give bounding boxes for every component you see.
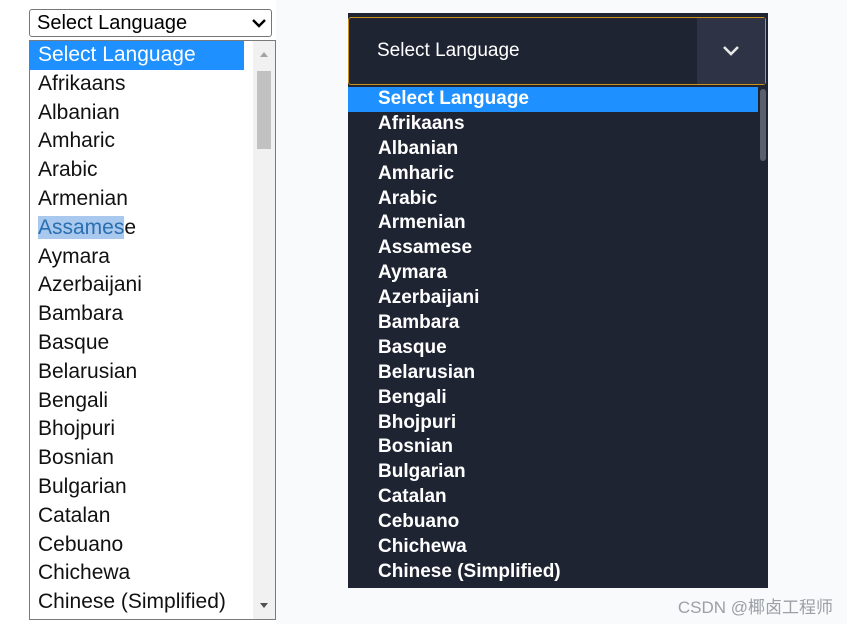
- scrollbar-thumb[interactable]: [257, 71, 271, 149]
- list-item[interactable]: Bulgarian: [348, 460, 768, 485]
- list-item[interactable]: Bengali: [348, 386, 768, 411]
- text-tail: e: [124, 215, 137, 239]
- list-item[interactable]: Arabic: [30, 156, 275, 185]
- list-item[interactable]: Bosnian: [30, 444, 275, 473]
- highlighted-text: Assames: [38, 215, 125, 239]
- list-item[interactable]: Azerbaijani: [30, 271, 275, 300]
- list-item[interactable]: Cebuano: [30, 531, 275, 560]
- list-item[interactable]: Chichewa: [30, 559, 275, 588]
- list-item[interactable]: Armenian: [348, 211, 768, 236]
- list-item[interactable]: Belarusian: [348, 361, 768, 386]
- list-item[interactable]: Bulgarian: [30, 473, 275, 502]
- language-listbox[interactable]: Select Language Afrikaans Albanian Amhar…: [29, 40, 276, 620]
- scroll-down-arrow-icon[interactable]: [258, 601, 270, 611]
- list-item[interactable]: Aymara: [348, 261, 768, 286]
- list-item[interactable]: Azerbaijani: [348, 286, 768, 311]
- list-item[interactable]: Amharic: [348, 162, 768, 187]
- dropdown-toggle-button[interactable]: [697, 18, 765, 84]
- watermark: CSDN @椰卤工程师: [677, 598, 833, 617]
- list-item[interactable]: Cebuano: [348, 510, 768, 535]
- dark-dropdown-panel: Select Language Select Language Afrikaan…: [348, 13, 768, 588]
- left-panel: Select Language Select Language Afrikaan…: [0, 0, 276, 624]
- list-item[interactable]: Chinese (Simplified): [348, 560, 768, 585]
- select-value: Select Language: [37, 11, 188, 34]
- list-item[interactable]: Afrikaans: [348, 112, 768, 137]
- scrollbar[interactable]: [253, 41, 275, 619]
- list-item[interactable]: Bhojpuri: [348, 411, 768, 436]
- list-item[interactable]: Basque: [30, 329, 275, 358]
- list-item[interactable]: Bengali: [30, 387, 275, 416]
- list-item[interactable]: Assamese: [348, 236, 768, 261]
- list-item[interactable]: Bambara: [348, 311, 768, 336]
- list-item[interactable]: Bhojpuri: [30, 415, 275, 444]
- chevron-down-icon: [247, 18, 271, 28]
- list-item-assamese[interactable]: Assamese: [30, 214, 275, 243]
- scroll-up-arrow-icon[interactable]: [258, 49, 270, 59]
- scrollbar[interactable]: [758, 87, 768, 588]
- list-item[interactable]: Armenian: [30, 185, 275, 214]
- select-value: Select Language: [377, 40, 520, 61]
- dark-language-listbox[interactable]: Select Language Afrikaans Albanian Amhar…: [348, 87, 768, 588]
- list-item[interactable]: Albanian: [348, 137, 768, 162]
- list-item[interactable]: Bosnian: [348, 435, 768, 460]
- list-item[interactable]: Bambara: [30, 300, 275, 329]
- list-item[interactable]: Albanian: [30, 99, 275, 128]
- list-item[interactable]: Select Language: [30, 41, 244, 70]
- dark-language-select[interactable]: Select Language: [348, 17, 766, 85]
- list-item[interactable]: Chichewa: [348, 535, 768, 560]
- list-item[interactable]: Aymara: [30, 243, 275, 272]
- list-item[interactable]: Catalan: [348, 485, 768, 510]
- list-item[interactable]: Afrikaans: [30, 70, 275, 99]
- list-item[interactable]: Select Language: [348, 87, 758, 112]
- list-item[interactable]: Arabic: [348, 187, 768, 212]
- language-select[interactable]: Select Language: [29, 9, 272, 37]
- scrollbar-thumb[interactable]: [760, 89, 766, 161]
- list-item[interactable]: Amharic: [30, 127, 275, 156]
- chevron-down-icon: [723, 46, 739, 56]
- list-item[interactable]: Chinese (Simplified): [30, 588, 275, 617]
- list-item[interactable]: Catalan: [30, 502, 275, 531]
- list-item[interactable]: Basque: [348, 336, 768, 361]
- list-item[interactable]: Belarusian: [30, 358, 275, 387]
